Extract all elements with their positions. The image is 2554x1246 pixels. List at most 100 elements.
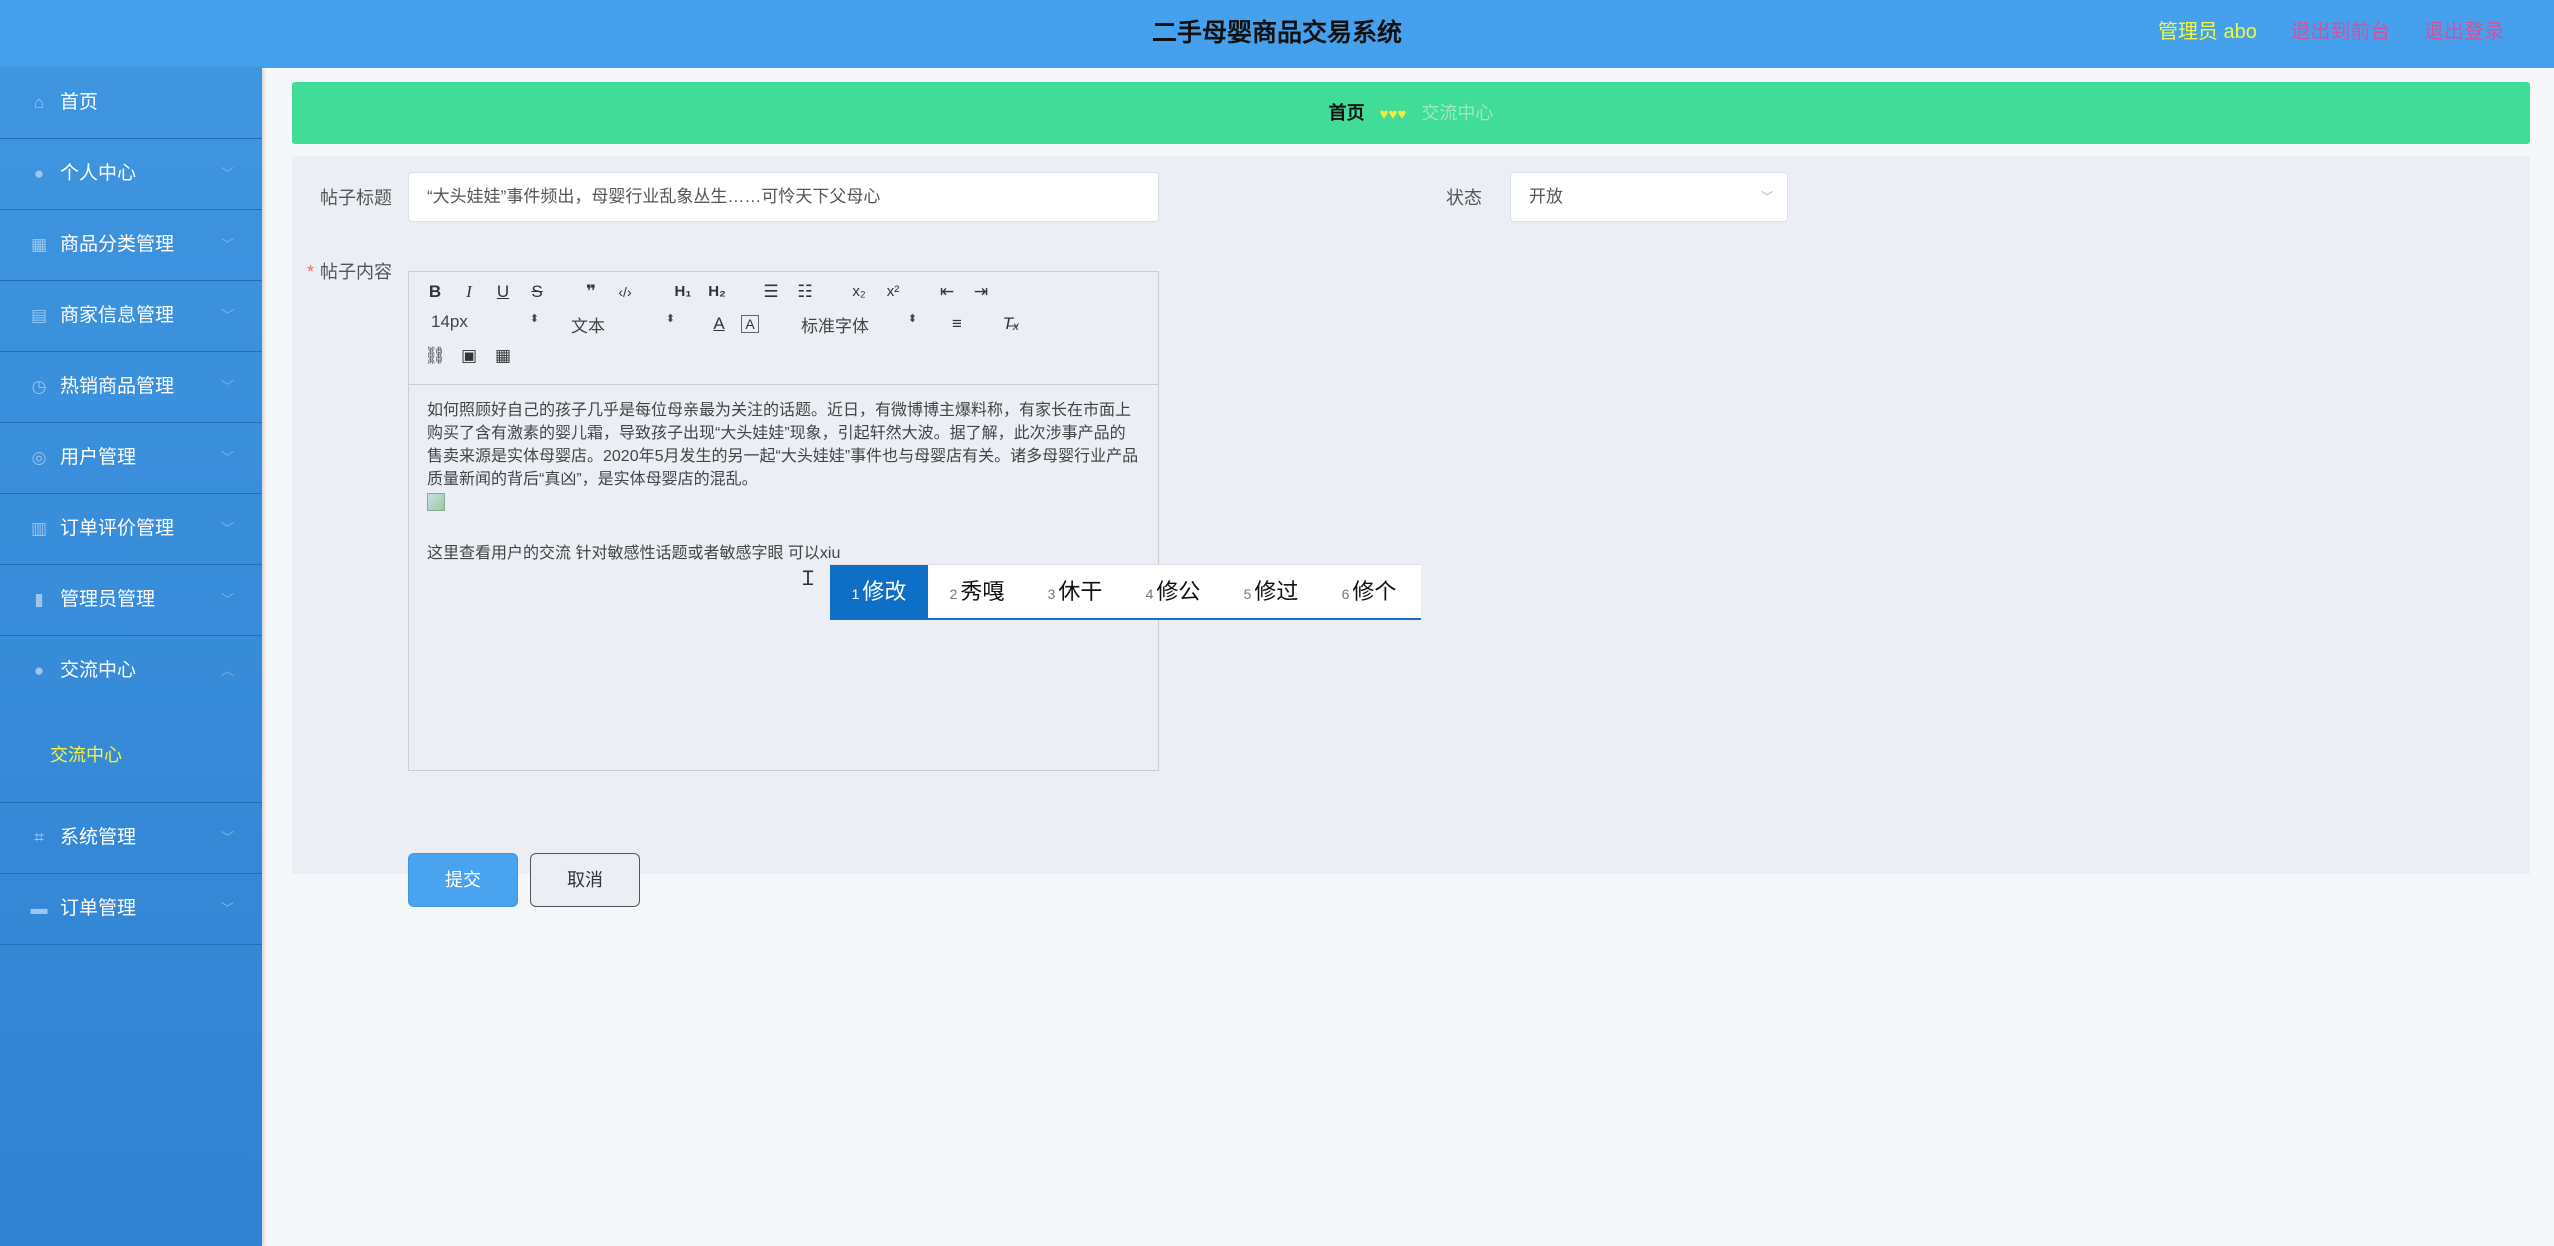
logout-link[interactable]: 退出登录 bbox=[2424, 21, 2504, 43]
exit-to-front-link[interactable]: 退出到前台 bbox=[2290, 21, 2390, 43]
font-family-select[interactable]: 标准字体 ⬍ bbox=[801, 312, 917, 337]
quote-icon[interactable]: ❞ bbox=[579, 280, 603, 304]
subscript-icon[interactable]: x₂ bbox=[847, 280, 871, 304]
ime-candidate-bar: 1 修改 2 秀嘎 3 休干 4 修公 5 修过 6 修个 bbox=[830, 564, 1421, 620]
rich-text-editor: B I U S ❞ ‹/› H₁ H₂ ☰ ☷ x₂ x² ⇤ ⇥ 14px ⬍ bbox=[408, 271, 1159, 771]
sidebar-item-users[interactable]: ◎ 用户管理 ﹀ bbox=[0, 423, 262, 494]
chevron-down-icon: ﹀ bbox=[220, 237, 234, 252]
content-paragraph: 如何照顾好自己的孩子几乎是每位母亲最为关注的话题。近日，有微博博主爆料称，有家长… bbox=[427, 402, 1139, 488]
sidebar-item-label: 热销商品管理 bbox=[60, 376, 175, 397]
sidebar-item-admins[interactable]: ▮ 管理员管理 ﹀ bbox=[0, 565, 262, 636]
ime-candidate[interactable]: 4 修公 bbox=[1124, 565, 1222, 619]
breadcrumb-current: 交流中心 bbox=[1421, 103, 1494, 123]
updown-icon: ⬍ bbox=[529, 313, 539, 325]
sidebar-item-label: 个人中心 bbox=[60, 163, 137, 184]
chevron-down-icon: ﹀ bbox=[220, 592, 234, 607]
ime-candidate[interactable]: 1 修改 bbox=[830, 565, 928, 619]
ordered-list-icon[interactable]: ☰ bbox=[759, 280, 783, 304]
code-icon[interactable]: ‹/› bbox=[613, 280, 637, 304]
ime-candidate[interactable]: 5 修过 bbox=[1222, 565, 1320, 619]
forum-submenu: 交流中心 bbox=[0, 707, 262, 803]
heart-icon: ♥♥♥ bbox=[1379, 106, 1407, 123]
sidebar-item-system[interactable]: ⌗ 系统管理 ﹀ bbox=[0, 803, 262, 874]
sidebar-item-forum[interactable]: ● 交流中心 ︿ bbox=[0, 636, 262, 707]
block-type-select[interactable]: 文本 ⬍ bbox=[571, 312, 675, 337]
strike-icon[interactable]: S bbox=[525, 280, 549, 304]
underline-icon[interactable]: U bbox=[491, 280, 515, 304]
post-form: 帖子标题 “大头娃娃”事件频出，母婴行业乱象丛生……可怜天下父母心 状态 开放 … bbox=[292, 156, 2530, 907]
font-size-select[interactable]: 14px ⬍ bbox=[431, 312, 539, 332]
chevron-up-icon: ︿ bbox=[220, 663, 234, 678]
sidebar-item-personal[interactable]: ● 个人中心 ﹀ bbox=[0, 139, 262, 210]
title-input[interactable]: “大头娃娃”事件频出，母婴行业乱象丛生……可怜天下父母心 bbox=[408, 172, 1159, 222]
chevron-down-icon: ﹀ bbox=[220, 308, 234, 323]
font-color-icon[interactable]: A bbox=[707, 312, 731, 336]
italic-icon[interactable]: I bbox=[457, 280, 481, 304]
chevron-down-icon: ﹀ bbox=[220, 830, 234, 845]
bullet-list-icon[interactable]: ☷ bbox=[793, 280, 817, 304]
clipboard-icon: ▤ bbox=[30, 306, 48, 325]
content-label-text: 帖子内容 bbox=[320, 262, 392, 282]
cancel-button[interactable]: 取消 bbox=[530, 853, 640, 907]
superscript-icon[interactable]: x² bbox=[881, 280, 905, 304]
sidebar-item-orders[interactable]: ▬ 订单管理 ﹀ bbox=[0, 874, 262, 945]
sidebar-item-label: 首页 bbox=[60, 92, 99, 113]
editor-content[interactable]: 如何照顾好自己的孩子几乎是每位母亲最为关注的话题。近日，有微博博主爆料称，有家长… bbox=[409, 385, 1158, 579]
clock-icon: ◷ bbox=[31, 377, 47, 396]
breadcrumb-home[interactable]: 首页 bbox=[1329, 103, 1365, 123]
header-2-icon[interactable]: H₂ bbox=[705, 280, 729, 304]
font-size-value: 14px bbox=[431, 312, 468, 331]
title-label: 帖子标题 bbox=[320, 188, 392, 208]
crop-icon: ⌗ bbox=[34, 828, 44, 847]
grid-icon: ▦ bbox=[30, 235, 48, 254]
sidebar-item-category[interactable]: ▦ 商品分类管理 ﹀ bbox=[0, 210, 262, 281]
video-icon[interactable]: ▦ bbox=[491, 344, 515, 368]
sidebar-item-label: 订单评价管理 bbox=[60, 518, 175, 539]
sidebar-item-order-reviews[interactable]: ▥ 订单评价管理 ﹀ bbox=[0, 494, 262, 565]
sidebar-item-label: 商家信息管理 bbox=[60, 305, 175, 326]
sidebar-item-hot-products[interactable]: ◷ 热销商品管理 ﹀ bbox=[0, 352, 262, 423]
sidebar-item-label: 商品分类管理 bbox=[60, 234, 175, 255]
chevron-down-icon: ﹀ bbox=[220, 901, 234, 916]
submenu-item-forum[interactable]: 交流中心 bbox=[0, 707, 262, 803]
content-label: * 帖子内容 bbox=[302, 258, 392, 284]
admin-label: 管理员 abo bbox=[2157, 21, 2257, 43]
updown-icon: ⬍ bbox=[665, 313, 675, 325]
user-icon: ● bbox=[33, 661, 45, 680]
indent-icon[interactable]: ⇥ bbox=[969, 280, 993, 304]
chevron-down-icon: ﹀ bbox=[220, 379, 234, 394]
editor-toolbar: B I U S ❞ ‹/› H₁ H₂ ☰ ☷ x₂ x² ⇤ ⇥ 14px ⬍ bbox=[409, 272, 1158, 385]
breadcrumb: 首页 ♥♥♥ 交流中心 bbox=[292, 82, 2530, 144]
user-icon: ● bbox=[33, 164, 45, 183]
document-icon: ▮ bbox=[34, 590, 44, 609]
header-1-icon[interactable]: H₁ bbox=[671, 280, 695, 304]
sidebar-item-label: 管理员管理 bbox=[60, 589, 156, 610]
ime-candidate[interactable]: 6 修个 bbox=[1320, 565, 1418, 619]
font-family-value: 标准字体 bbox=[801, 317, 869, 336]
bold-icon[interactable]: B bbox=[423, 280, 447, 304]
chevron-down-icon: ﹀ bbox=[220, 166, 234, 181]
sidebar-item-home[interactable]: ⌂ 首页 bbox=[0, 68, 262, 139]
sidebar-item-label: 用户管理 bbox=[60, 447, 137, 468]
sidebar-item-label: 交流中心 bbox=[60, 660, 137, 681]
link-icon[interactable]: ⛓ bbox=[423, 344, 447, 368]
sidebar-item-label: 订单管理 bbox=[60, 898, 137, 919]
align-icon[interactable]: ≡ bbox=[945, 312, 969, 336]
ime-candidate[interactable]: 2 秀嘎 bbox=[928, 565, 1026, 619]
main-content: 首页 ♥♥♥ 交流中心 帖子标题 “大头娃娃”事件频出，母婴行业乱象丛生……可怜… bbox=[292, 82, 2530, 907]
status-select[interactable]: 开放 ﹀ bbox=[1510, 172, 1788, 222]
status-value: 开放 bbox=[1529, 187, 1563, 206]
outdent-icon[interactable]: ⇤ bbox=[935, 280, 959, 304]
image-icon[interactable]: ▣ bbox=[457, 344, 481, 368]
submit-button[interactable]: 提交 bbox=[408, 853, 518, 907]
clear-format-icon[interactable]: T̶ₓ bbox=[999, 312, 1023, 336]
ime-candidate[interactable]: 3 休干 bbox=[1026, 565, 1124, 619]
background-color-icon[interactable]: A bbox=[741, 315, 759, 333]
updown-icon: ⬍ bbox=[907, 313, 917, 325]
status-label: 状态 bbox=[1446, 188, 1482, 208]
broken-image-icon bbox=[427, 493, 445, 511]
home-icon: ⌂ bbox=[33, 93, 45, 112]
bar-chart-icon: ▥ bbox=[30, 519, 48, 538]
chevron-down-icon: ﹀ bbox=[220, 450, 234, 465]
sidebar-item-merchant[interactable]: ▤ 商家信息管理 ﹀ bbox=[0, 281, 262, 352]
